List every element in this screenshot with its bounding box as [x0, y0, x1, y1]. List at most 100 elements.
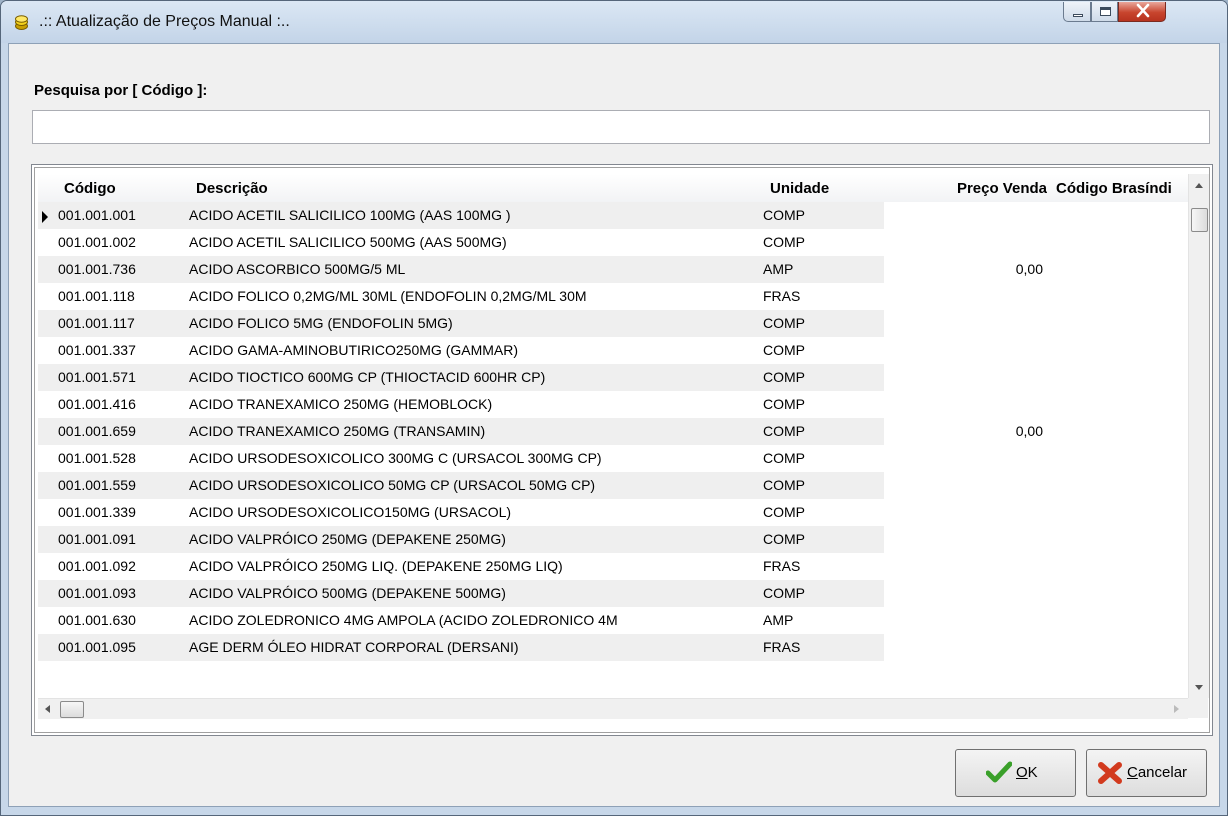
- cell-unidade[interactable]: COMP: [763, 580, 881, 607]
- cancel-button[interactable]: Cancelar: [1086, 749, 1207, 797]
- cell-unidade[interactable]: COMP: [763, 229, 881, 256]
- table-row[interactable]: 001.001.091 ACIDO VALPRÓICO 250MG (DEPAKE…: [38, 526, 1188, 553]
- column-header-codigo-brasindice[interactable]: Código Brasíndi: [1056, 174, 1186, 202]
- cell-codigo-brasindice[interactable]: [1047, 391, 1188, 418]
- table-row[interactable]: 001.001.416 ACIDO TRANEXAMICO 250MG (HEMO…: [38, 391, 1188, 418]
- cell-codigo-brasindice[interactable]: [1047, 553, 1188, 580]
- close-button[interactable]: [1118, 2, 1166, 22]
- cell-unidade[interactable]: COMP: [763, 499, 881, 526]
- cell-codigo-brasindice[interactable]: [1047, 310, 1188, 337]
- vertical-scrollbar[interactable]: [1188, 174, 1209, 698]
- table-row[interactable]: 001.001.736 ACIDO ASCORBICO 500MG/5 ML AMP…: [38, 256, 1188, 283]
- table-row[interactable]: 001.001.337 ACIDO GAMA-AMINOBUTIRICO250MG…: [38, 337, 1188, 364]
- cell-descricao[interactable]: ACIDO TRANEXAMICO 250MG (TRANSAMIN): [189, 418, 759, 445]
- cell-unidade[interactable]: FRAS: [763, 553, 881, 580]
- table-row[interactable]: 001.001.092 ACIDO VALPRÓICO 250MG LIQ. (D…: [38, 553, 1188, 580]
- cell-codigo-brasindice[interactable]: [1047, 499, 1188, 526]
- cell-preco-venda[interactable]: [884, 526, 1047, 553]
- title-bar[interactable]: .:: Atualização de Preços Manual :..: [1, 1, 1227, 43]
- cell-descricao[interactable]: ACIDO VALPRÓICO 250MG LIQ. (DEPAKENE 250…: [189, 553, 759, 580]
- search-input[interactable]: [32, 110, 1210, 144]
- cell-codigo-brasindice[interactable]: [1047, 445, 1188, 472]
- cell-unidade[interactable]: FRAS: [763, 283, 881, 310]
- cell-preco-venda[interactable]: [884, 229, 1047, 256]
- cell-codigo[interactable]: 001.001.095: [58, 634, 183, 661]
- minimize-button[interactable]: [1063, 2, 1091, 22]
- cell-descricao[interactable]: ACIDO FOLICO 5MG (ENDOFOLIN 5MG): [189, 310, 759, 337]
- cell-codigo[interactable]: 001.001.117: [58, 310, 183, 337]
- cell-descricao[interactable]: AGE DERM ÓLEO HIDRAT CORPORAL (DERSANI): [189, 634, 759, 661]
- table-row[interactable]: 001.001.528 ACIDO URSODESOXICOLICO 300MG …: [38, 445, 1188, 472]
- cell-unidade[interactable]: COMP: [763, 418, 881, 445]
- cell-codigo-brasindice[interactable]: [1047, 418, 1188, 445]
- horizontal-scrollbar[interactable]: [38, 698, 1188, 719]
- cell-codigo-brasindice[interactable]: [1047, 607, 1188, 634]
- maximize-button[interactable]: [1091, 2, 1118, 22]
- cell-codigo[interactable]: 001.001.659: [58, 418, 183, 445]
- cell-unidade[interactable]: AMP: [763, 256, 881, 283]
- cell-codigo[interactable]: 001.001.002: [58, 229, 183, 256]
- cell-descricao[interactable]: ACIDO TRANEXAMICO 250MG (HEMOBLOCK): [189, 391, 759, 418]
- cell-preco-venda[interactable]: [884, 391, 1047, 418]
- cell-descricao[interactable]: ACIDO ACETIL SALICILICO 500MG (AAS 500MG…: [189, 229, 759, 256]
- cell-codigo-brasindice[interactable]: [1047, 634, 1188, 661]
- cell-unidade[interactable]: COMP: [763, 364, 881, 391]
- scroll-left-icon[interactable]: [45, 705, 50, 713]
- cell-preco-venda[interactable]: [884, 202, 1047, 229]
- scroll-up-icon[interactable]: [1195, 183, 1203, 188]
- cell-codigo-brasindice[interactable]: [1047, 256, 1188, 283]
- cell-descricao[interactable]: ACIDO ACETIL SALICILICO 100MG (AAS 100MG…: [189, 202, 759, 229]
- cell-preco-venda[interactable]: [884, 499, 1047, 526]
- cell-unidade[interactable]: FRAS: [763, 634, 881, 661]
- cell-codigo[interactable]: 001.001.630: [58, 607, 183, 634]
- ok-button[interactable]: OK: [955, 749, 1076, 797]
- table-row[interactable]: 001.001.095 AGE DERM ÓLEO HIDRAT CORPORAL…: [38, 634, 1188, 661]
- cell-preco-venda[interactable]: [884, 283, 1047, 310]
- table-row[interactable]: 001.001.339 ACIDO URSODESOXICOLICO150MG (…: [38, 499, 1188, 526]
- cell-descricao[interactable]: ACIDO TIOCTICO 600MG CP (THIOCTACID 600H…: [189, 364, 759, 391]
- cell-preco-venda[interactable]: [884, 607, 1047, 634]
- cell-preco-venda[interactable]: [884, 580, 1047, 607]
- cell-descricao[interactable]: ACIDO URSODESOXICOLICO 300MG C (URSACOL …: [189, 445, 759, 472]
- cell-codigo[interactable]: 001.001.118: [58, 283, 183, 310]
- cell-descricao[interactable]: ACIDO URSODESOXICOLICO150MG (URSACOL): [189, 499, 759, 526]
- cell-preco-venda[interactable]: [884, 445, 1047, 472]
- cell-unidade[interactable]: COMP: [763, 202, 881, 229]
- cell-codigo[interactable]: 001.001.091: [58, 526, 183, 553]
- column-header-descricao[interactable]: Descrição: [196, 174, 596, 202]
- cell-codigo[interactable]: 001.001.093: [58, 580, 183, 607]
- table-row[interactable]: 001.001.093 ACIDO VALPRÓICO 500MG (DEPAKE…: [38, 580, 1188, 607]
- table-row[interactable]: 001.001.559 ACIDO URSODESOXICOLICO 50MG C…: [38, 472, 1188, 499]
- vertical-scroll-thumb[interactable]: [1191, 208, 1208, 232]
- cell-codigo-brasindice[interactable]: [1047, 229, 1188, 256]
- cell-preco-venda[interactable]: [884, 364, 1047, 391]
- cell-unidade[interactable]: COMP: [763, 310, 881, 337]
- table-row[interactable]: 001.001.659 ACIDO TRANEXAMICO 250MG (TRAN…: [38, 418, 1188, 445]
- cell-codigo[interactable]: 001.001.416: [58, 391, 183, 418]
- cell-unidade[interactable]: COMP: [763, 472, 881, 499]
- cell-codigo-brasindice[interactable]: [1047, 364, 1188, 391]
- cell-codigo[interactable]: 001.001.559: [58, 472, 183, 499]
- column-header-preco-venda[interactable]: Preço Venda: [884, 174, 1047, 202]
- cell-preco-venda[interactable]: [884, 310, 1047, 337]
- cell-unidade[interactable]: COMP: [763, 337, 881, 364]
- cell-unidade[interactable]: COMP: [763, 391, 881, 418]
- cell-codigo[interactable]: 001.001.337: [58, 337, 183, 364]
- table-row[interactable]: 001.001.118 ACIDO FOLICO 0,2MG/ML 30ML (E…: [38, 283, 1188, 310]
- cell-codigo-brasindice[interactable]: [1047, 472, 1188, 499]
- cell-preco-venda[interactable]: [884, 472, 1047, 499]
- cell-descricao[interactable]: ACIDO ASCORBICO 500MG/5 ML: [189, 256, 759, 283]
- cell-descricao[interactable]: ACIDO VALPRÓICO 250MG (DEPAKENE 250MG): [189, 526, 759, 553]
- cell-codigo[interactable]: 001.001.736: [58, 256, 183, 283]
- table-row[interactable]: 001.001.571 ACIDO TIOCTICO 600MG CP (THIO…: [38, 364, 1188, 391]
- horizontal-scroll-thumb[interactable]: [60, 701, 84, 718]
- cell-preco-venda[interactable]: [884, 337, 1047, 364]
- cell-preco-venda[interactable]: [884, 634, 1047, 661]
- cell-descricao[interactable]: ACIDO FOLICO 0,2MG/ML 30ML (ENDOFOLIN 0,…: [189, 283, 759, 310]
- cell-codigo[interactable]: 001.001.001: [58, 202, 183, 229]
- table-row[interactable]: 001.001.002 ACIDO ACETIL SALICILICO 500MG…: [38, 229, 1188, 256]
- cell-descricao[interactable]: ACIDO URSODESOXICOLICO 50MG CP (URSACOL …: [189, 472, 759, 499]
- column-header-unidade[interactable]: Unidade: [770, 174, 880, 202]
- cell-codigo[interactable]: 001.001.092: [58, 553, 183, 580]
- scroll-down-icon[interactable]: [1195, 685, 1203, 690]
